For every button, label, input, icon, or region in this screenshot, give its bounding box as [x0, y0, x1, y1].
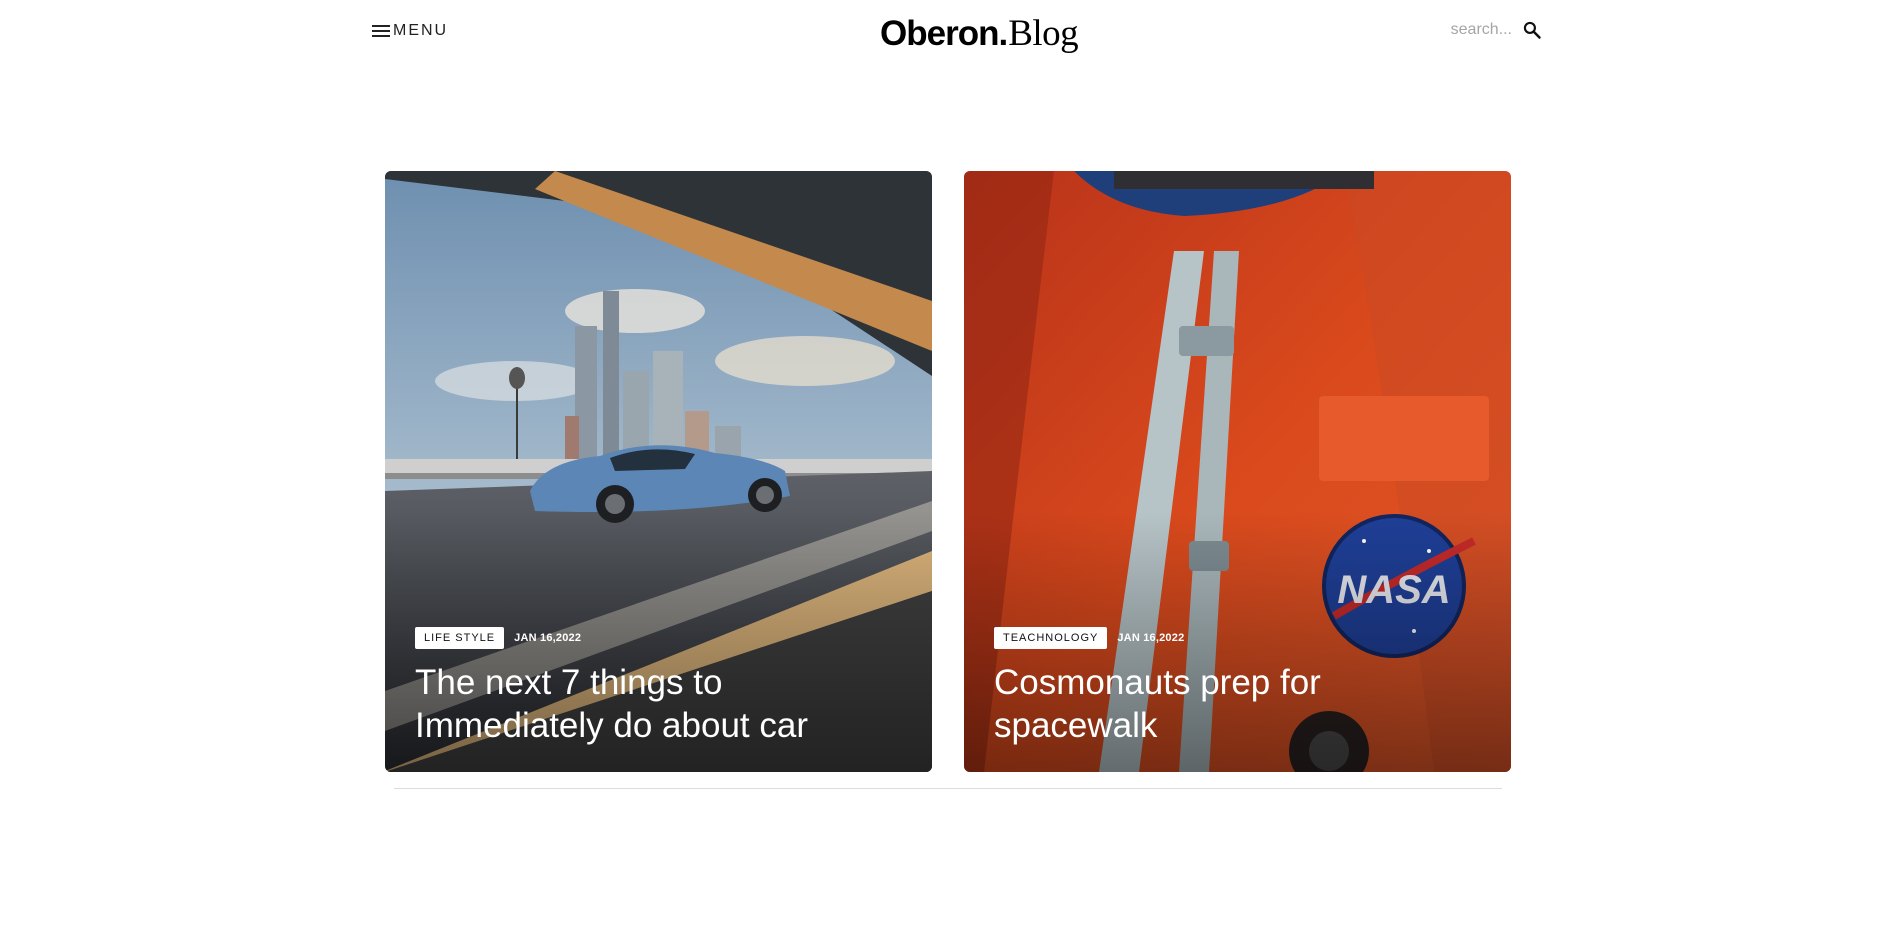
post-card-car[interactable]: LIFE STYLE JAN 16,2022 The next 7 things… — [385, 171, 932, 772]
search-bar — [1420, 20, 1542, 40]
site-header: MENU Oberon. Blog — [0, 0, 1893, 70]
post-meta: LIFE STYLE JAN 16,2022 — [415, 627, 581, 649]
logo-accent-text: Blog — [1008, 13, 1079, 54]
menu-button[interactable]: MENU — [372, 22, 448, 40]
post-card-spacesuit[interactable]: NASA TEACHNOLOGY JAN 16,2022 Cosmonauts … — [964, 171, 1511, 772]
logo-main-text: Oberon — [880, 14, 999, 53]
post-meta: TEACHNOLOGY JAN 16,2022 — [994, 627, 1184, 649]
page: MENU Oberon. Blog search... LIFE STYLE J… — [0, 0, 1893, 927]
post-title[interactable]: Cosmonauts prep for spacewalk — [994, 661, 1464, 747]
site-logo[interactable]: Oberon. Blog — [880, 12, 1079, 55]
post-date: JAN 16,2022 — [514, 632, 582, 644]
logo-dot: . — [998, 14, 1009, 53]
search-icon[interactable] — [1522, 20, 1542, 40]
section-divider — [394, 788, 1502, 789]
post-title[interactable]: The next 7 things to Immediately do abou… — [415, 661, 885, 747]
menu-label[interactable]: MENU — [393, 22, 448, 40]
category-tag[interactable]: TEACHNOLOGY — [994, 627, 1108, 649]
hamburger-icon[interactable] — [372, 24, 390, 38]
search-input[interactable] — [1420, 21, 1512, 39]
post-date: JAN 16,2022 — [1117, 632, 1185, 644]
category-tag[interactable]: LIFE STYLE — [415, 627, 505, 649]
